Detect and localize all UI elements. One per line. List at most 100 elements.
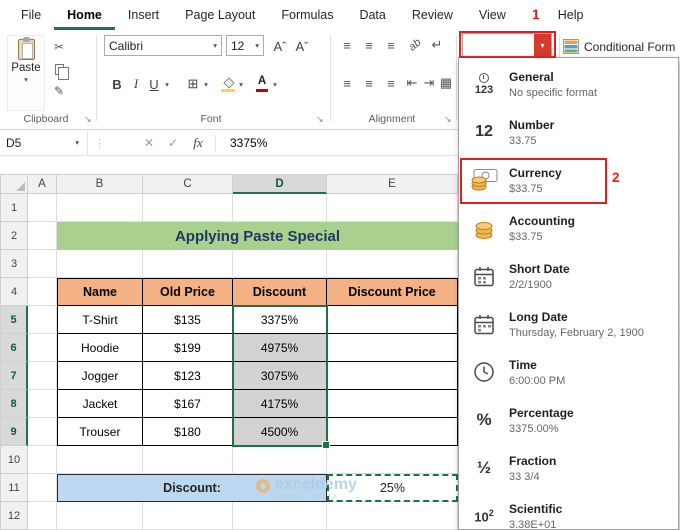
copy-button[interactable]	[50, 60, 69, 80]
tab-formulas[interactable]: Formulas	[268, 0, 346, 30]
cut-button[interactable]: ✂	[50, 38, 68, 56]
format-option-long-date[interactable]: Long Date Thursday, February 2, 1900	[459, 300, 678, 348]
borders-button[interactable]: ⊞	[184, 74, 202, 94]
column-header-b[interactable]: B	[57, 174, 143, 194]
font-color-button[interactable]: A	[254, 74, 270, 94]
format-option-scientific[interactable]: 102 Scientific 3.38E+01	[459, 492, 678, 530]
format-option-fraction[interactable]: ½ Fraction 33 3/4	[459, 444, 678, 492]
format-option-currency[interactable]: Currency $33.75	[459, 156, 678, 204]
cell-c9[interactable]: $180	[143, 418, 233, 446]
borders-dropdown-icon[interactable]: ▾	[201, 78, 211, 92]
select-all-corner[interactable]	[0, 174, 28, 194]
tab-page-layout[interactable]: Page Layout	[172, 0, 268, 30]
cell-e7[interactable]	[327, 362, 458, 390]
tab-file[interactable]: File	[8, 0, 54, 30]
cell-d7[interactable]: 3075%	[233, 362, 327, 390]
underline-dropdown-icon[interactable]: ▾	[162, 78, 172, 92]
cell-d5-active[interactable]: 3375%	[233, 306, 327, 334]
row-header-7[interactable]: 7	[0, 362, 28, 390]
cell-c7[interactable]: $123	[143, 362, 233, 390]
row-header-10[interactable]: 10	[0, 446, 28, 474]
underline-button[interactable]: U	[146, 74, 162, 94]
format-painter-button[interactable]: ✎	[50, 82, 68, 100]
format-option-time[interactable]: Time 6:00:00 PM	[459, 348, 678, 396]
name-box-dropdown-icon[interactable]: ▾	[75, 139, 81, 147]
table-header-discount-price[interactable]: Discount Price	[327, 278, 458, 306]
decrease-indent-button[interactable]: ⇤	[404, 74, 420, 92]
cell-d6[interactable]: 4975%	[233, 334, 327, 362]
clipboard-dialog-launcher-icon[interactable]: ↘	[84, 114, 92, 125]
cell-d8[interactable]: 4175%	[233, 390, 327, 418]
row-header-5[interactable]: 5	[0, 306, 28, 334]
italic-button[interactable]: I	[128, 74, 144, 94]
cell-b7[interactable]: Jogger	[57, 362, 143, 390]
row-header-1[interactable]: 1	[0, 194, 28, 222]
cancel-icon[interactable]: ✕	[137, 136, 161, 150]
number-format-dropdown-icon[interactable]: ▾	[534, 34, 551, 56]
align-bottom-button[interactable]: ≡	[382, 36, 400, 54]
paste-button[interactable]: Paste ▾	[7, 35, 45, 111]
format-option-general[interactable]: 123 General No specific format	[459, 60, 678, 108]
font-name-combo[interactable]: Calibri ▾	[104, 35, 222, 56]
tab-view[interactable]: View	[466, 0, 519, 30]
format-option-short-date[interactable]: Short Date 2/2/1900	[459, 252, 678, 300]
copied-cell-marching-ants[interactable]: 25%	[327, 474, 458, 502]
paste-dropdown-icon[interactable]: ▾	[24, 76, 28, 84]
row-header-4[interactable]: 4	[0, 278, 28, 306]
cell-e6[interactable]	[327, 334, 458, 362]
wrap-text-button[interactable]: ↵	[428, 36, 446, 54]
chevron-down-icon[interactable]: ▾	[255, 42, 259, 50]
merge-center-button[interactable]: ▦	[438, 74, 454, 92]
title-banner-cell[interactable]: Applying Paste Special	[57, 222, 458, 250]
conditional-formatting-button[interactable]: Conditional Form	[563, 39, 675, 54]
cell-c6[interactable]: $199	[143, 334, 233, 362]
tab-review[interactable]: Review	[399, 0, 466, 30]
table-header-name[interactable]: Name	[57, 278, 143, 306]
align-middle-button[interactable]: ≡	[360, 36, 378, 54]
cell-b8[interactable]: Jacket	[57, 390, 143, 418]
tab-help[interactable]: Help	[545, 0, 597, 30]
cell-c8[interactable]: $167	[143, 390, 233, 418]
font-dialog-launcher-icon[interactable]: ↘	[316, 114, 324, 125]
row-header-6[interactable]: 6	[0, 334, 28, 362]
row-header-8[interactable]: 8	[0, 390, 28, 418]
row-header-9[interactable]: 9	[0, 418, 28, 446]
cell-b9[interactable]: Trouser	[57, 418, 143, 446]
table-header-discount[interactable]: Discount	[233, 278, 327, 306]
cell-c5[interactable]: $135	[143, 306, 233, 334]
shrink-font-button[interactable]: Aˇ	[292, 36, 312, 56]
format-option-number[interactable]: 12 Number 33.75	[459, 108, 678, 156]
chevron-down-icon[interactable]: ▾	[213, 42, 217, 50]
formula-input[interactable]: 3375%	[230, 136, 267, 150]
bold-button[interactable]: B	[108, 74, 126, 94]
row-header-12[interactable]: 12	[0, 502, 28, 530]
fill-color-button[interactable]	[220, 76, 236, 93]
align-top-button[interactable]: ≡	[338, 36, 356, 54]
table-header-old-price[interactable]: Old Price	[143, 278, 233, 306]
tab-data[interactable]: Data	[346, 0, 398, 30]
cell-e8[interactable]	[327, 390, 458, 418]
cell-e9[interactable]	[327, 418, 458, 446]
discount-label-cell[interactable]: Discount:	[57, 474, 327, 502]
format-option-accounting[interactable]: Accounting $33.75	[459, 204, 678, 252]
column-header-e[interactable]: E	[327, 174, 458, 194]
column-header-a[interactable]: A	[28, 174, 57, 194]
alignment-dialog-launcher-icon[interactable]: ↘	[444, 114, 452, 125]
grow-font-button[interactable]: Aˆ	[270, 36, 290, 56]
row-header-2[interactable]: 2	[0, 222, 28, 250]
align-right-button[interactable]: ≡	[382, 74, 400, 92]
column-header-d[interactable]: D	[233, 174, 327, 194]
tab-insert[interactable]: Insert	[115, 0, 172, 30]
orientation-button[interactable]: ab	[406, 36, 424, 54]
font-size-combo[interactable]: 12 ▾	[226, 35, 264, 56]
column-header-c[interactable]: C	[143, 174, 233, 194]
fill-color-dropdown-icon[interactable]: ▾	[236, 78, 246, 92]
align-left-button[interactable]: ≡	[338, 74, 356, 92]
insert-function-icon[interactable]: fx	[185, 135, 211, 151]
tab-home[interactable]: Home	[54, 0, 115, 30]
name-box[interactable]: D5 ▾	[0, 131, 88, 155]
cell-b6[interactable]: Hoodie	[57, 334, 143, 362]
cell-e5[interactable]	[327, 306, 458, 334]
cell-d9[interactable]: 4500%	[233, 418, 327, 446]
increase-indent-button[interactable]: ⇥	[421, 74, 437, 92]
